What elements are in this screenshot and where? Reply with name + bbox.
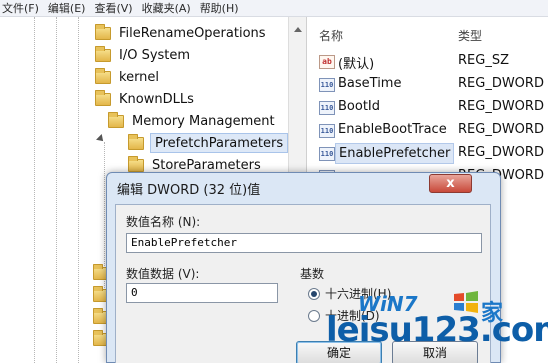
column-header-type[interactable]: 类型 [458,27,482,44]
folder-icon [128,155,144,172]
tree-guide-line [34,17,35,363]
binary-value-icon: 110 [319,147,335,161]
string-value-icon: ab [319,55,335,69]
tree-item-label: KnownDLLs [119,91,194,107]
list-item[interactable]: 110 BaseTime REG_DWORD [307,74,548,96]
close-button[interactable]: x [429,174,472,193]
tree-item[interactable]: kernel [95,66,159,88]
tree-item-label: Memory Management [132,113,275,129]
watermark-site: leisu123.com [326,310,548,350]
folder-icon [95,89,111,106]
value-type: REG_DWORD [458,122,544,137]
scroll-up-arrow-icon[interactable] [294,27,302,32]
menu-edit[interactable]: 编辑(E) [48,0,86,16]
value-name: EnablePrefetcher [335,143,455,164]
folder-icon [95,23,111,40]
value-data-input[interactable]: 0 [126,283,278,303]
binary-value-icon: 110 [319,78,335,92]
list-item[interactable]: 110 EnableBootTrace REG_DWORD [307,120,548,142]
value-type: REG_DWORD [458,76,544,91]
tree-item-label: kernel [119,69,160,85]
value-type: REG_DWORD [458,145,544,160]
column-header-name[interactable]: 名称 [319,27,343,44]
binary-value-icon: 110 [319,101,335,115]
tree-item-label: StoreParameters [152,157,261,173]
folder-icon [128,133,144,150]
base-group-label: 基数 [300,267,325,281]
value-name-label: 数值名称 (N): [126,215,201,229]
tree-item[interactable]: FileRenameOperations [95,22,266,44]
tree-guide-line [78,17,79,363]
tree-item-selected[interactable]: PrefetchParameters [128,132,289,154]
radio-unselected-icon [308,309,320,322]
list-item[interactable]: ab (默认) REG_SZ [307,51,548,73]
list-header: 名称 类型 [307,25,548,45]
value-name: BaseTime [338,76,402,91]
value-type: REG_SZ [458,53,509,68]
folder-icon [108,111,124,128]
radio-selected-icon [308,287,320,300]
list-item-selected[interactable]: 110 EnablePrefetcher REG_DWORD [307,143,548,165]
value-name: BootId [338,99,381,114]
value-type: REG_DWORD [458,99,544,114]
menu-bar: 文件(F) 编辑(E) 查看(V) 收藏夹(A) 帮助(H) [0,0,548,17]
dialog-title: 编辑 DWORD (32 位)值 [117,183,261,198]
binary-value-icon: 110 [319,124,335,138]
menu-view[interactable]: 查看(V) [94,0,132,16]
value-data-label: 数值数据 (V): [126,267,200,281]
menu-favorites[interactable]: 收藏夹(A) [142,0,191,16]
folder-icon [95,67,111,84]
registry-editor-window: 文件(F) 编辑(E) 查看(V) 收藏夹(A) 帮助(H) FileRenam… [0,0,548,363]
tree-item-label: PrefetchParameters [150,133,289,153]
list-item[interactable]: 110 BootId REG_DWORD [307,97,548,119]
menu-help[interactable]: 帮助(H) [200,0,239,16]
value-name: EnableBootTrace [338,122,447,137]
value-name: (默认) [338,57,375,72]
tree-item[interactable]: KnownDLLs [95,88,194,110]
value-name-field[interactable]: EnablePrefetcher [126,233,482,253]
tree-item-label: FileRenameOperations [119,25,266,41]
tree-item-label: I/O System [119,47,191,63]
tree-item[interactable]: I/O System [95,44,190,66]
menu-file[interactable]: 文件(F) [2,0,39,16]
tree-guide-line [56,17,57,363]
tree-item[interactable]: Memory Management [108,110,275,132]
folder-icon [95,45,111,62]
